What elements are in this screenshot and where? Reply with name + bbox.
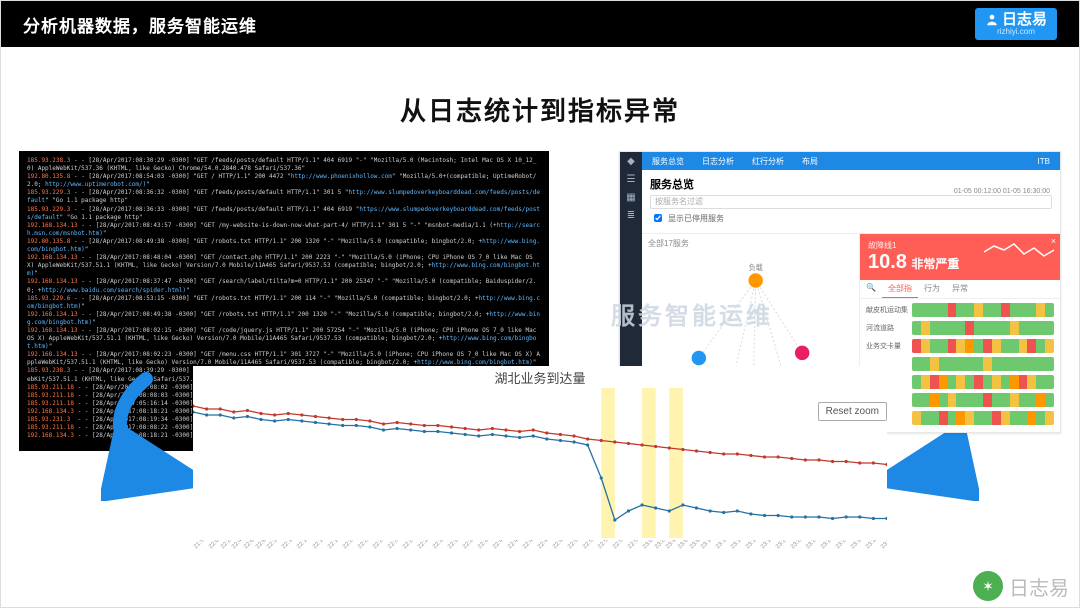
search-area: 服务总览 按服务名过滤 显示已停用服务 bbox=[642, 170, 1060, 234]
heatmap-list: 献皮机运动集河流道路业务交卡量 bbox=[860, 299, 1060, 432]
alarm-sparkline-icon bbox=[984, 240, 1054, 264]
logo-domain: rizhiyi.com bbox=[997, 28, 1035, 36]
metric-tabs: 🔍 全部指 行为 异常 bbox=[860, 280, 1060, 299]
filter-input[interactable]: 按服务名过滤 bbox=[650, 195, 1052, 209]
tab-all[interactable]: 全部指 bbox=[882, 280, 918, 298]
tagline: 分析机器数据，服务智能运维 bbox=[23, 12, 257, 37]
heatmap-row[interactable] bbox=[866, 411, 1054, 425]
heatmap-row[interactable]: 业务交卡量 bbox=[866, 339, 1054, 353]
nav-itb: ITB bbox=[1038, 157, 1050, 166]
logo-icon bbox=[985, 13, 999, 27]
rail-menu-icon[interactable]: ☰ bbox=[625, 174, 637, 186]
search-small-icon[interactable]: 🔍 bbox=[860, 280, 882, 298]
page-title: 从日志统计到指标异常 bbox=[1, 91, 1079, 128]
rail-logo-icon: ◆ bbox=[625, 156, 637, 168]
watermark-text: 日志易 bbox=[1009, 572, 1069, 601]
heatmap-row[interactable]: 献皮机运动集 bbox=[866, 303, 1054, 317]
tab-anomaly[interactable]: 异常 bbox=[946, 280, 974, 298]
alarm-card[interactable]: 故障线1 10.8 非常严重 × bbox=[860, 234, 1060, 280]
chart-xaxis: 21:5822:022:222:422:622:822:1022:1222:14… bbox=[193, 540, 887, 562]
time-range[interactable]: 01-05 00:12:00 01-05 16:30:00 bbox=[954, 188, 1050, 195]
heatmap-row[interactable] bbox=[866, 357, 1054, 371]
rail-grid-icon[interactable]: ▦ bbox=[625, 192, 637, 204]
heatmap-row[interactable]: 河流道路 bbox=[866, 321, 1054, 335]
nav-item[interactable]: 红行分析 bbox=[752, 156, 784, 167]
logo-text: 日志易 bbox=[1002, 12, 1047, 27]
nav-item[interactable]: 服务总览 bbox=[652, 156, 684, 167]
dash-topnav: 服务总览 日志分析 红行分析 布局 ITB bbox=[642, 152, 1060, 170]
rail-bars-icon[interactable]: ≣ bbox=[625, 210, 637, 222]
show-disabled-checkbox[interactable]: 显示已停用服务 bbox=[650, 211, 724, 225]
nav-item[interactable]: 日志分析 bbox=[702, 156, 734, 167]
svg-text:负载: 负载 bbox=[748, 263, 762, 272]
wechat-icon: ✶ bbox=[973, 571, 1003, 601]
heatmap-row[interactable] bbox=[866, 375, 1054, 389]
heatmap-row[interactable] bbox=[866, 393, 1054, 407]
checkbox-label: 显示已停用服务 bbox=[668, 213, 724, 224]
brand-logo: 日志易 rizhiyi.com bbox=[975, 8, 1057, 40]
nav-item[interactable]: 布局 bbox=[802, 156, 818, 167]
top-bar: 分析机器数据，服务智能运维 日志易 rizhiyi.com bbox=[1, 1, 1079, 47]
watermark-overlay: 服务智能运维 bbox=[611, 296, 773, 331]
footer-watermark: ✶ 日志易 bbox=[973, 571, 1069, 601]
tab-behavior[interactable]: 行为 bbox=[918, 280, 946, 298]
alarm-text: 非常严重 bbox=[911, 257, 959, 271]
close-icon[interactable]: × bbox=[1051, 236, 1056, 246]
alarm-score: 10.8 bbox=[868, 251, 907, 273]
chart-title: 湖北业务到达量 bbox=[193, 366, 887, 387]
line-chart: 湖北业务到达量 Reset zoom 21:5822:022:222:422:6… bbox=[193, 366, 887, 562]
